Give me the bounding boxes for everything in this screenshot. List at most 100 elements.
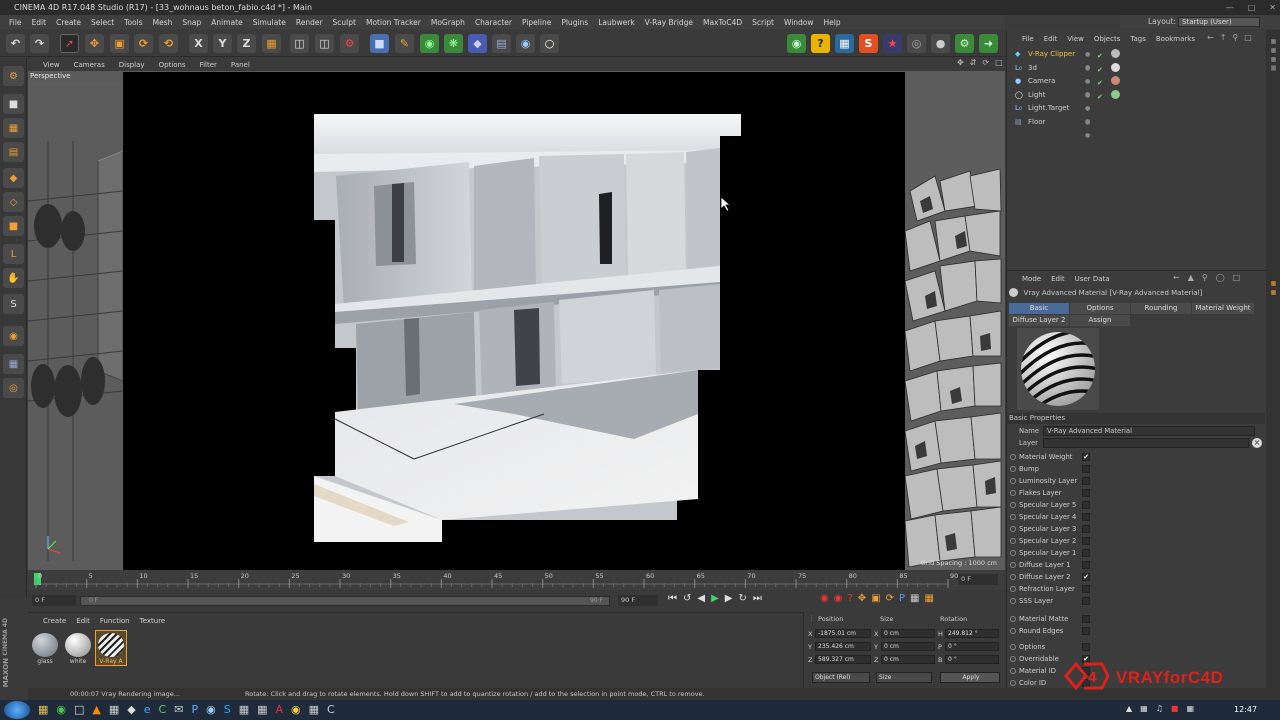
rotation-field[interactable]: 0 ° bbox=[945, 642, 999, 651]
menu-item[interactable]: Snap bbox=[177, 18, 206, 27]
autokey-icon[interactable]: ◉ bbox=[834, 593, 843, 604]
apply-button[interactable]: Apply bbox=[940, 672, 1000, 683]
property-checkbox[interactable]: ✔ bbox=[1082, 573, 1090, 581]
menu-item[interactable]: Tools bbox=[119, 18, 147, 27]
animate-dot-icon[interactable] bbox=[1010, 562, 1016, 568]
animate-dot-icon[interactable] bbox=[1010, 490, 1016, 496]
animate-dot-icon[interactable] bbox=[1010, 502, 1016, 508]
tray-network-icon[interactable]: ▦ bbox=[1140, 704, 1148, 713]
vray-frame-buffer-icon[interactable]: ▦ bbox=[835, 34, 854, 53]
property-checkbox[interactable] bbox=[1082, 477, 1090, 485]
position-field[interactable]: 235.426 cm bbox=[815, 642, 871, 651]
object-tag-icon[interactable] bbox=[1111, 62, 1120, 72]
rotation-field[interactable]: 0 ° bbox=[945, 655, 999, 664]
points-mode-icon[interactable]: ◆ bbox=[3, 168, 24, 188]
position-field[interactable]: -1875.01 cm bbox=[815, 629, 871, 638]
object-row[interactable]: ▤ Floor ● ● bbox=[1015, 116, 1265, 139]
taskbar-photoshop-icon[interactable]: P bbox=[191, 703, 198, 716]
soft-selection-icon[interactable]: ◉ bbox=[3, 326, 24, 346]
object-row[interactable]: L₀ Light.Target ● ● bbox=[1015, 102, 1265, 125]
pen-spline-icon[interactable]: ✎ bbox=[395, 34, 414, 53]
menu-item[interactable]: Motion Tracker bbox=[361, 18, 426, 27]
property-checkbox[interactable] bbox=[1082, 615, 1090, 623]
viewport-menu-item[interactable]: Display bbox=[112, 61, 152, 69]
menu-item[interactable]: Laubwerk bbox=[593, 18, 639, 27]
tray-arrow-icon[interactable]: ▲ bbox=[1126, 704, 1132, 713]
make-editable-icon[interactable]: ⚙ bbox=[3, 66, 24, 86]
keyframe-selection-icon[interactable]: ? bbox=[847, 593, 852, 604]
viewport-menu-item[interactable]: Panel bbox=[224, 61, 257, 69]
property-checkbox[interactable] bbox=[1082, 627, 1090, 635]
animate-dot-icon[interactable] bbox=[1010, 454, 1016, 460]
object-tag-icon[interactable] bbox=[1111, 117, 1120, 126]
menu-item[interactable]: File bbox=[4, 18, 27, 27]
position-field[interactable]: 589.327 cm bbox=[815, 655, 871, 664]
help-icon[interactable]: ? bbox=[811, 34, 830, 53]
animate-dot-icon[interactable] bbox=[1010, 616, 1016, 622]
object-menu-item[interactable]: View bbox=[1062, 35, 1089, 43]
viewport-menu-item[interactable]: Filter bbox=[193, 61, 224, 69]
obj-new-icon[interactable]: □ bbox=[1244, 33, 1252, 42]
animate-dot-icon[interactable] bbox=[1010, 656, 1016, 662]
obj-search-icon[interactable]: ⚲ bbox=[1232, 33, 1238, 42]
viewport-zoom-icon[interactable]: ⇵ bbox=[970, 58, 977, 67]
z-axis-icon[interactable]: Z bbox=[237, 34, 256, 53]
material-swatch[interactable]: white bbox=[63, 631, 93, 665]
animate-dot-icon[interactable] bbox=[1010, 550, 1016, 556]
grid-snap-icon[interactable]: ▦ bbox=[3, 354, 24, 374]
redo-icon[interactable]: ↷ bbox=[30, 34, 49, 53]
animate-dot-icon[interactable] bbox=[1010, 538, 1016, 544]
attr-tab[interactable]: Basic bbox=[1009, 303, 1069, 314]
object-menu-item[interactable]: Objects bbox=[1089, 35, 1125, 43]
taskbar-explorer-icon[interactable]: ▦ bbox=[38, 703, 48, 716]
size-field[interactable]: 0 cm bbox=[881, 629, 935, 638]
taskbar-app-icon[interactable]: ◆ bbox=[127, 703, 135, 716]
y-axis-icon[interactable]: Y bbox=[213, 34, 232, 53]
attr-tab[interactable]: Options bbox=[1070, 303, 1130, 314]
animate-dot-icon[interactable] bbox=[1010, 644, 1016, 650]
property-checkbox[interactable] bbox=[1082, 549, 1090, 557]
param-key-icon[interactable]: P bbox=[899, 593, 905, 604]
menu-item[interactable]: Character bbox=[470, 18, 517, 27]
cloner-icon[interactable]: ❋ bbox=[444, 34, 463, 53]
previous-key-icon[interactable]: ↺ bbox=[683, 593, 691, 604]
menu-item[interactable]: V-Ray Bridge bbox=[640, 18, 698, 27]
menu-item[interactable]: Mesh bbox=[148, 18, 178, 27]
object-row[interactable]: ◯ Light ● ● ✔ bbox=[1015, 89, 1265, 112]
material-menu-item[interactable]: Edit bbox=[71, 617, 95, 625]
render-picture-viewer-icon[interactable]: ◫ bbox=[315, 34, 334, 53]
taskbar-chrome2-icon[interactable]: ◉ bbox=[291, 703, 301, 716]
rotation-field[interactable]: 249.812 ° bbox=[945, 629, 999, 638]
rotation-key-icon[interactable]: ⟳ bbox=[886, 593, 894, 604]
property-checkbox[interactable] bbox=[1082, 513, 1090, 521]
perspective-viewport[interactable]: Perspective Grid Spacing: 1000 cm bbox=[28, 71, 1005, 570]
position-key-icon[interactable]: ✥ bbox=[858, 593, 866, 604]
coord-mode-dropdown[interactable]: Object (Rel) bbox=[812, 672, 870, 683]
property-checkbox[interactable]: ✔ bbox=[1082, 453, 1090, 461]
object-visibility-icon[interactable]: ● ● bbox=[1085, 116, 1090, 142]
material-swatch[interactable]: glass bbox=[30, 631, 60, 665]
menu-item[interactable]: Script bbox=[747, 18, 779, 27]
object-tag-icon[interactable] bbox=[1111, 103, 1120, 112]
property-checkbox[interactable] bbox=[1082, 643, 1090, 651]
vray-settings-icon[interactable]: ⚙ bbox=[955, 34, 974, 53]
move-icon[interactable]: ✥ bbox=[85, 34, 104, 53]
taskbar-vlc-icon[interactable]: ▲ bbox=[92, 703, 100, 716]
taskbar-file-icon[interactable]: □ bbox=[74, 703, 84, 716]
next-key-icon[interactable]: ↻ bbox=[739, 593, 747, 604]
taskbar-app2-icon[interactable]: ▦ bbox=[239, 703, 249, 716]
layout-dropdown[interactable]: Startup (User) bbox=[1178, 17, 1260, 27]
property-checkbox[interactable] bbox=[1082, 597, 1090, 605]
vray-proxy-icon[interactable]: ★ bbox=[883, 34, 902, 53]
x-axis-icon[interactable]: X bbox=[189, 34, 208, 53]
start-button[interactable] bbox=[4, 701, 30, 719]
taskbar-app3-icon[interactable]: ▦ bbox=[257, 703, 267, 716]
animate-dot-icon[interactable] bbox=[1010, 514, 1016, 520]
property-checkbox[interactable] bbox=[1082, 489, 1090, 497]
material-name-field[interactable]: V-Ray Advanced Material bbox=[1043, 426, 1255, 436]
animate-dot-icon[interactable] bbox=[1010, 574, 1016, 580]
vray-plugin-icon[interactable]: ◉ bbox=[787, 34, 806, 53]
taskbar-ie-icon[interactable]: e bbox=[144, 703, 151, 716]
animate-dot-icon[interactable] bbox=[1010, 668, 1016, 674]
animate-dot-icon[interactable] bbox=[1010, 628, 1016, 634]
